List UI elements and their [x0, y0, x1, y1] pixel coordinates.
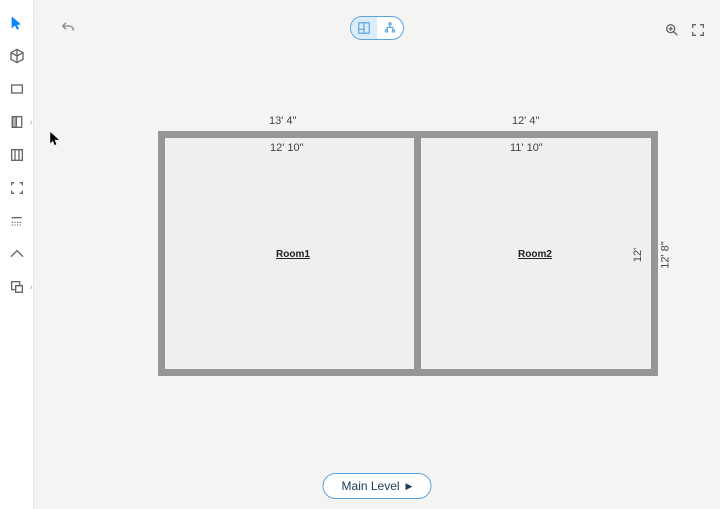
hierarchy-icon: [383, 21, 397, 35]
interior-wall[interactable]: [414, 138, 421, 369]
level-label: Main Level: [342, 479, 400, 493]
grid-icon: [9, 213, 25, 229]
wall-tool[interactable]: ›: [2, 107, 32, 137]
roof-tool[interactable]: [2, 239, 32, 269]
undo-icon: [60, 20, 76, 36]
rectangle-tool[interactable]: [2, 74, 32, 104]
floorplan: 12' 10" 11' 10" Room1 Room2 12' 12' 8": [158, 131, 658, 376]
cursor-icon: [9, 15, 25, 31]
zoom-button[interactable]: [664, 22, 680, 38]
chevron-right-icon: ▶: [406, 481, 413, 492]
floorplan-icon: [357, 21, 371, 35]
zoom-icon: [664, 22, 680, 38]
fullscreen-button[interactable]: [690, 22, 706, 38]
capture-tool[interactable]: [2, 173, 32, 203]
export-tool[interactable]: ›: [2, 272, 32, 302]
canvas-cursor: [50, 132, 61, 151]
room-2-label[interactable]: Room2: [518, 249, 552, 260]
select-tool[interactable]: [2, 8, 32, 38]
wall-icon: [9, 114, 25, 130]
view-hierarchy[interactable]: [377, 17, 403, 39]
chevron-right-icon: ›: [30, 118, 33, 127]
dim-outer-left-width: 13' 4": [269, 115, 296, 127]
top-right-controls: [664, 22, 706, 38]
capture-icon: [9, 180, 25, 196]
roof-icon: [9, 246, 25, 262]
dim-inner-height: 12': [632, 248, 644, 262]
level-selector[interactable]: Main Level ▶: [323, 473, 432, 499]
column-icon: [9, 147, 25, 163]
rectangle-icon: [9, 81, 25, 97]
dim-inner-right-width: 11' 10": [510, 142, 543, 154]
canvas[interactable]: 13' 4" 12' 4" 12' 10" 11' 10" Room1 Room…: [34, 0, 720, 509]
view-floorplan[interactable]: [351, 17, 377, 39]
column-tool[interactable]: [2, 140, 32, 170]
room-1-label[interactable]: Room1: [276, 249, 310, 260]
cube-icon: [9, 48, 25, 64]
view-toggle: [350, 16, 404, 40]
chevron-right-icon: ›: [30, 283, 33, 292]
cube-tool[interactable]: [2, 41, 32, 71]
left-toolbar: › ›: [0, 0, 34, 509]
dim-outer-right-width: 12' 4": [512, 115, 539, 127]
dim-outer-height: 12' 8": [660, 241, 672, 268]
dim-inner-left-width: 12' 10": [270, 142, 304, 154]
undo-button[interactable]: [58, 18, 78, 38]
export-icon: [9, 279, 25, 295]
fullscreen-icon: [690, 22, 706, 38]
grid-tool[interactable]: [2, 206, 32, 236]
